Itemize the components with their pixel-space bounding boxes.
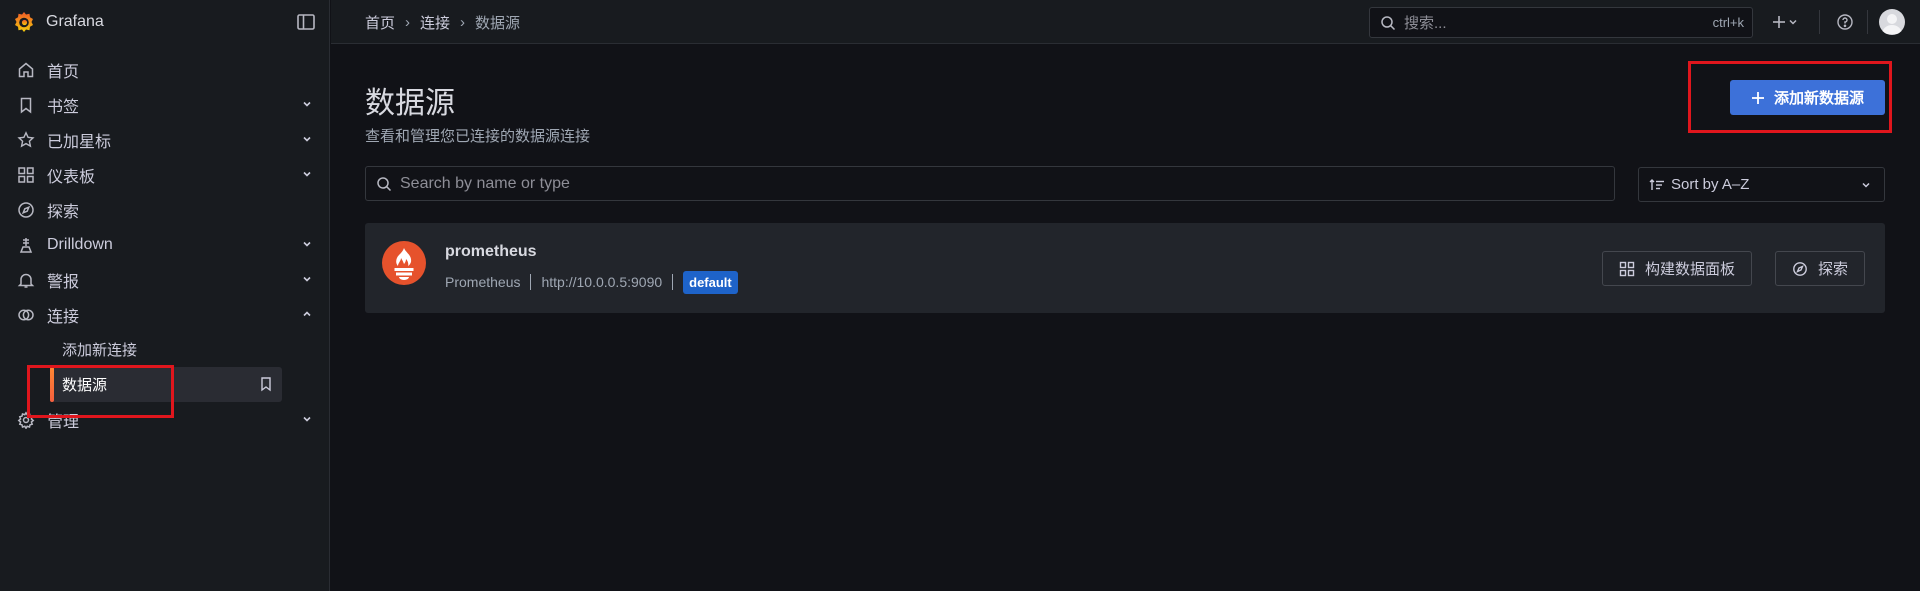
sidebar-item-label: 添加新连接: [62, 342, 138, 359]
chevron-down-icon[interactable]: [300, 237, 314, 251]
chevron-right-icon: ›: [460, 14, 466, 31]
search-placeholder: 搜索...: [1404, 15, 1447, 32]
sidebar-item-label: 警报: [47, 273, 80, 291]
sidebar-item-connections[interactable]: 连接: [0, 297, 330, 332]
page-title: 数据源: [365, 87, 455, 120]
app-name: Grafana: [46, 13, 104, 30]
search-icon: [1381, 15, 1396, 30]
sort-select[interactable]: Sort by A–Z: [1638, 167, 1885, 202]
filter-search-field[interactable]: [365, 166, 1615, 201]
data-source-card[interactable]: prometheus Prometheus http://10.0.0.5:90…: [365, 223, 1885, 313]
chevron-down-icon[interactable]: [300, 167, 314, 181]
breadcrumb-data-sources: 数据源: [475, 15, 521, 32]
brand[interactable]: Grafana: [12, 10, 104, 34]
sidebar-item-label: 首页: [47, 63, 80, 81]
page-subtitle: 查看和管理您已连接的数据源连接: [365, 128, 591, 145]
sidebar-item-drilldown[interactable]: Drilldown: [0, 227, 330, 262]
help-icon[interactable]: [1836, 12, 1854, 32]
data-source-url: http://10.0.0.5:9090: [541, 274, 663, 290]
data-source-name[interactable]: prometheus: [445, 243, 537, 261]
star-icon: [17, 130, 35, 147]
sidebar-item-label: 书签: [47, 98, 80, 116]
home-icon: [18, 62, 34, 77]
apps-icon: [1619, 261, 1635, 276]
chevron-down-icon[interactable]: [300, 97, 314, 111]
default-badge: default: [683, 270, 738, 294]
compass-icon: [18, 201, 34, 218]
sidebar-item-add-connection[interactable]: 添加新连接: [0, 332, 330, 367]
sidebar-item-label: 已加星标: [47, 133, 112, 151]
sidebar-item-dashboards[interactable]: 仪表板: [0, 157, 330, 192]
sidebar-item-starred[interactable]: 已加星标: [0, 122, 330, 157]
avatar[interactable]: [1879, 9, 1905, 35]
breadcrumb-connections[interactable]: 连接: [420, 12, 450, 33]
prometheus-logo-icon: [382, 241, 426, 285]
filter-input[interactable]: [400, 174, 1600, 193]
highlight-box: [27, 365, 174, 418]
compass-icon: [1793, 261, 1807, 276]
sidebar-item-label: 探索: [47, 203, 80, 221]
sidebar-item-label: Drilldown: [47, 235, 113, 253]
user-avatar-icon: [1882, 14, 1902, 34]
build-dashboard-button[interactable]: 构建数据面板: [1602, 251, 1753, 286]
search-shortcut: ctrl+k: [1712, 15, 1744, 30]
chevron-down-icon[interactable]: [300, 272, 314, 286]
sidebar: Grafana 首页 书签 已加星标 仪表板 探索 Drilldown 警报 连…: [0, 0, 330, 591]
divider: [530, 274, 532, 290]
breadcrumb: 首页 › 连接 › 数据源: [365, 12, 520, 33]
search-input[interactable]: 搜索... ctrl+k: [1369, 7, 1753, 38]
divider: [1819, 10, 1820, 34]
new-button[interactable]: [1771, 12, 1799, 32]
chevron-up-icon[interactable]: [300, 307, 314, 321]
sidebar-item-bookmarks[interactable]: 书签: [0, 87, 330, 122]
apps-icon: [18, 166, 34, 183]
sort-icon: [1649, 178, 1664, 190]
chevron-down-icon[interactable]: [300, 132, 314, 146]
chevron-down-icon[interactable]: [300, 412, 314, 426]
chevron-right-icon: ›: [405, 14, 411, 31]
drilldown-icon: [19, 237, 33, 253]
bookmark-icon: [20, 97, 32, 114]
explore-label: 探索: [1818, 261, 1849, 278]
bell-icon: [17, 273, 35, 288]
bookmark-icon[interactable]: [258, 376, 274, 392]
sidebar-item-alerting[interactable]: 警报: [0, 262, 330, 297]
sort-label: Sort by A–Z: [1671, 176, 1750, 193]
sidebar-item-label: 仪表板: [47, 168, 96, 186]
breadcrumb-home[interactable]: 首页: [365, 12, 395, 33]
data-source-meta: Prometheus http://10.0.0.5:9090 default: [445, 269, 738, 295]
dock-menu-icon[interactable]: [296, 12, 316, 32]
plus-icon: [1773, 16, 1785, 28]
explore-button[interactable]: 探索: [1775, 251, 1866, 286]
chevron-down-icon: [1789, 19, 1797, 25]
search-icon: [377, 176, 392, 191]
highlight-box: [1688, 61, 1892, 133]
top-bar: 首页 › 连接 › 数据源 搜索... ctrl+k: [331, 0, 1920, 44]
link-icon: [18, 308, 34, 321]
build-dashboard-label: 构建数据面板: [1645, 261, 1736, 278]
divider: [1867, 10, 1868, 34]
grafana-logo-icon: [15, 12, 33, 32]
sidebar-item-label: 连接: [47, 308, 80, 326]
data-source-type: Prometheus: [445, 274, 521, 290]
sidebar-item-home[interactable]: 首页: [0, 52, 330, 87]
divider: [672, 274, 674, 290]
chevron-down-icon: [1862, 182, 1870, 188]
sidebar-item-explore[interactable]: 探索: [0, 192, 330, 227]
